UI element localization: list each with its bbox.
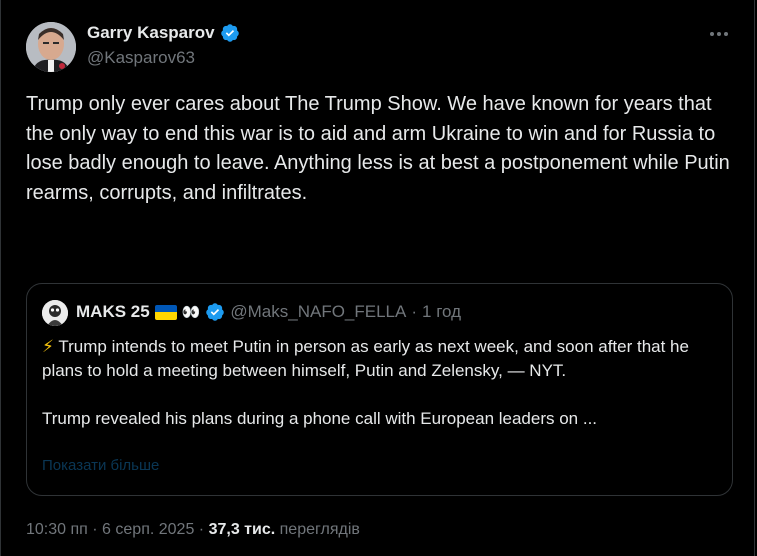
- views-label: переглядів: [279, 521, 360, 538]
- quote-header: MAKS 25 👀 @Maks_NAFO_FELLA · 1 год: [76, 302, 461, 322]
- tweet-text: Trump only ever cares about The Trump Sh…: [26, 93, 736, 204]
- show-more-link[interactable]: Показати більше: [42, 457, 159, 474]
- quote-text: ⚡ Trump intends to meet Putin in person …: [42, 335, 722, 431]
- views-count: 37,3 тис.: [208, 521, 276, 538]
- quote-author-avatar[interactable]: [42, 300, 68, 326]
- lightning-icon: ⚡: [42, 337, 54, 356]
- quote-author-handle[interactable]: @Maks_NAFO_FELLA: [230, 302, 406, 322]
- tweet-time[interactable]: 10:30 пп: [26, 521, 88, 538]
- author-avatar[interactable]: [26, 22, 76, 72]
- quoted-tweet[interactable]: MAKS 25 👀 @Maks_NAFO_FELLA · 1 год ⚡ Tru…: [26, 283, 733, 496]
- tweet-footer: 10:30 пп · 6 серп. 2025 · 37,3 тис. пере…: [26, 521, 360, 539]
- quote-line-2: Trump revealed his plans during a phone …: [42, 409, 598, 428]
- ukraine-flag-icon: [154, 304, 177, 320]
- tweet-container: Garry Kasparov @Kasparov63 Trump only ev…: [0, 0, 755, 556]
- eyes-emoji: 👀: [181, 303, 201, 321]
- quote-timestamp[interactable]: 1 год: [422, 302, 461, 322]
- footer-separator-2: ·: [198, 521, 205, 538]
- quote-verified-badge-icon: [205, 302, 225, 322]
- verified-badge-icon[interactable]: [220, 23, 240, 43]
- quote-separator: ·: [411, 302, 418, 321]
- author-handle[interactable]: @Kasparov63: [87, 48, 195, 68]
- author-name-row: Garry Kasparov: [87, 23, 240, 43]
- quote-author-name[interactable]: MAKS 25: [76, 302, 150, 322]
- quote-line-1: Trump intends to meet Putin in person as…: [42, 337, 689, 380]
- quote-paragraph-1: ⚡ Trump intends to meet Putin in person …: [42, 335, 722, 383]
- footer-separator-1: ·: [92, 521, 98, 538]
- more-options-icon[interactable]: [706, 24, 732, 44]
- tweet-date[interactable]: 6 серп. 2025: [102, 521, 194, 538]
- author-display-name[interactable]: Garry Kasparov: [87, 23, 215, 43]
